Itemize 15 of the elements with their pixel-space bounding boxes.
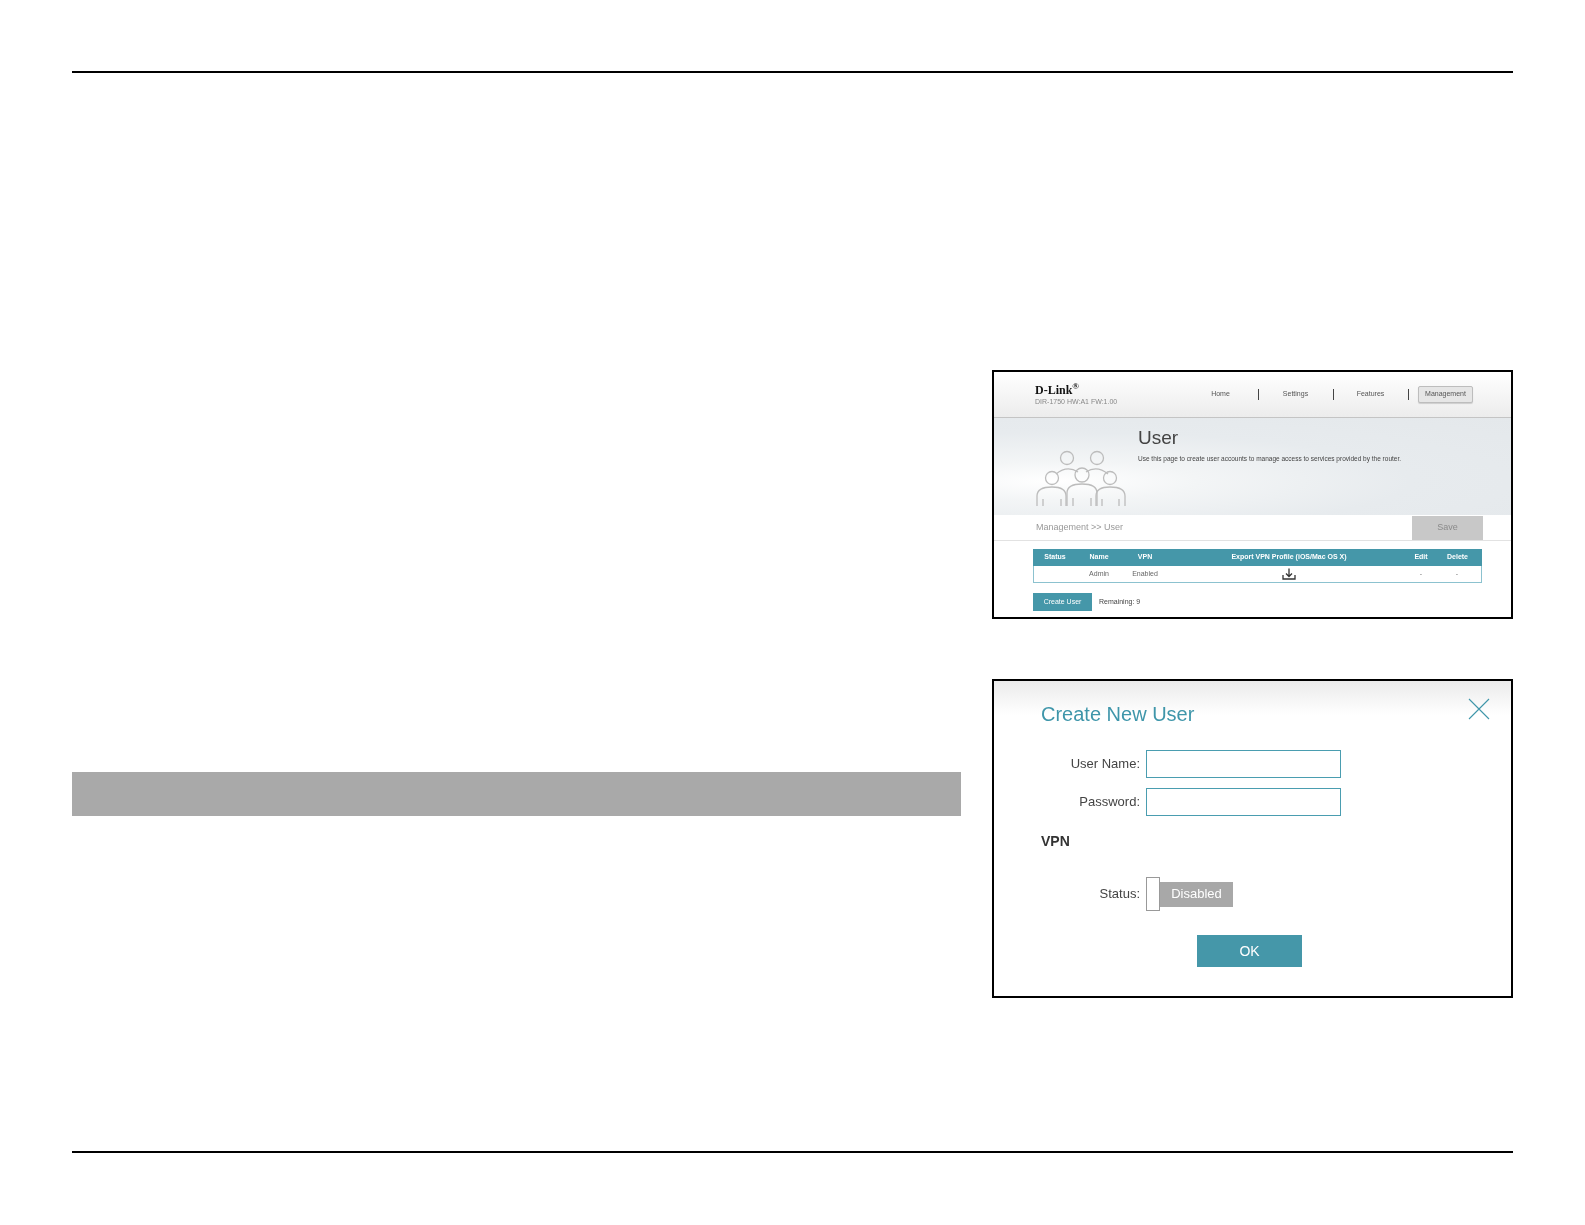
download-icon[interactable] (1282, 568, 1296, 580)
page-title: User (1138, 427, 1179, 449)
ok-button[interactable]: OK (1197, 935, 1302, 967)
close-icon[interactable] (1468, 698, 1490, 720)
field-label: Status: (1099, 885, 1140, 904)
field-label: User Name: (1070, 755, 1140, 774)
section-heading: VPN (1041, 832, 1070, 850)
breadcrumb: Management >> User (1036, 520, 1124, 534)
input-field[interactable] (1146, 750, 1341, 778)
dialog-title: Create New User (1041, 702, 1195, 726)
field-label: Password: (1079, 793, 1140, 812)
users-icon (1035, 450, 1127, 506)
toggle-knob[interactable] (1146, 877, 1160, 911)
input-field[interactable] (1146, 788, 1341, 816)
logo: D-Link$^{®}$ (1035, 383, 1080, 396)
